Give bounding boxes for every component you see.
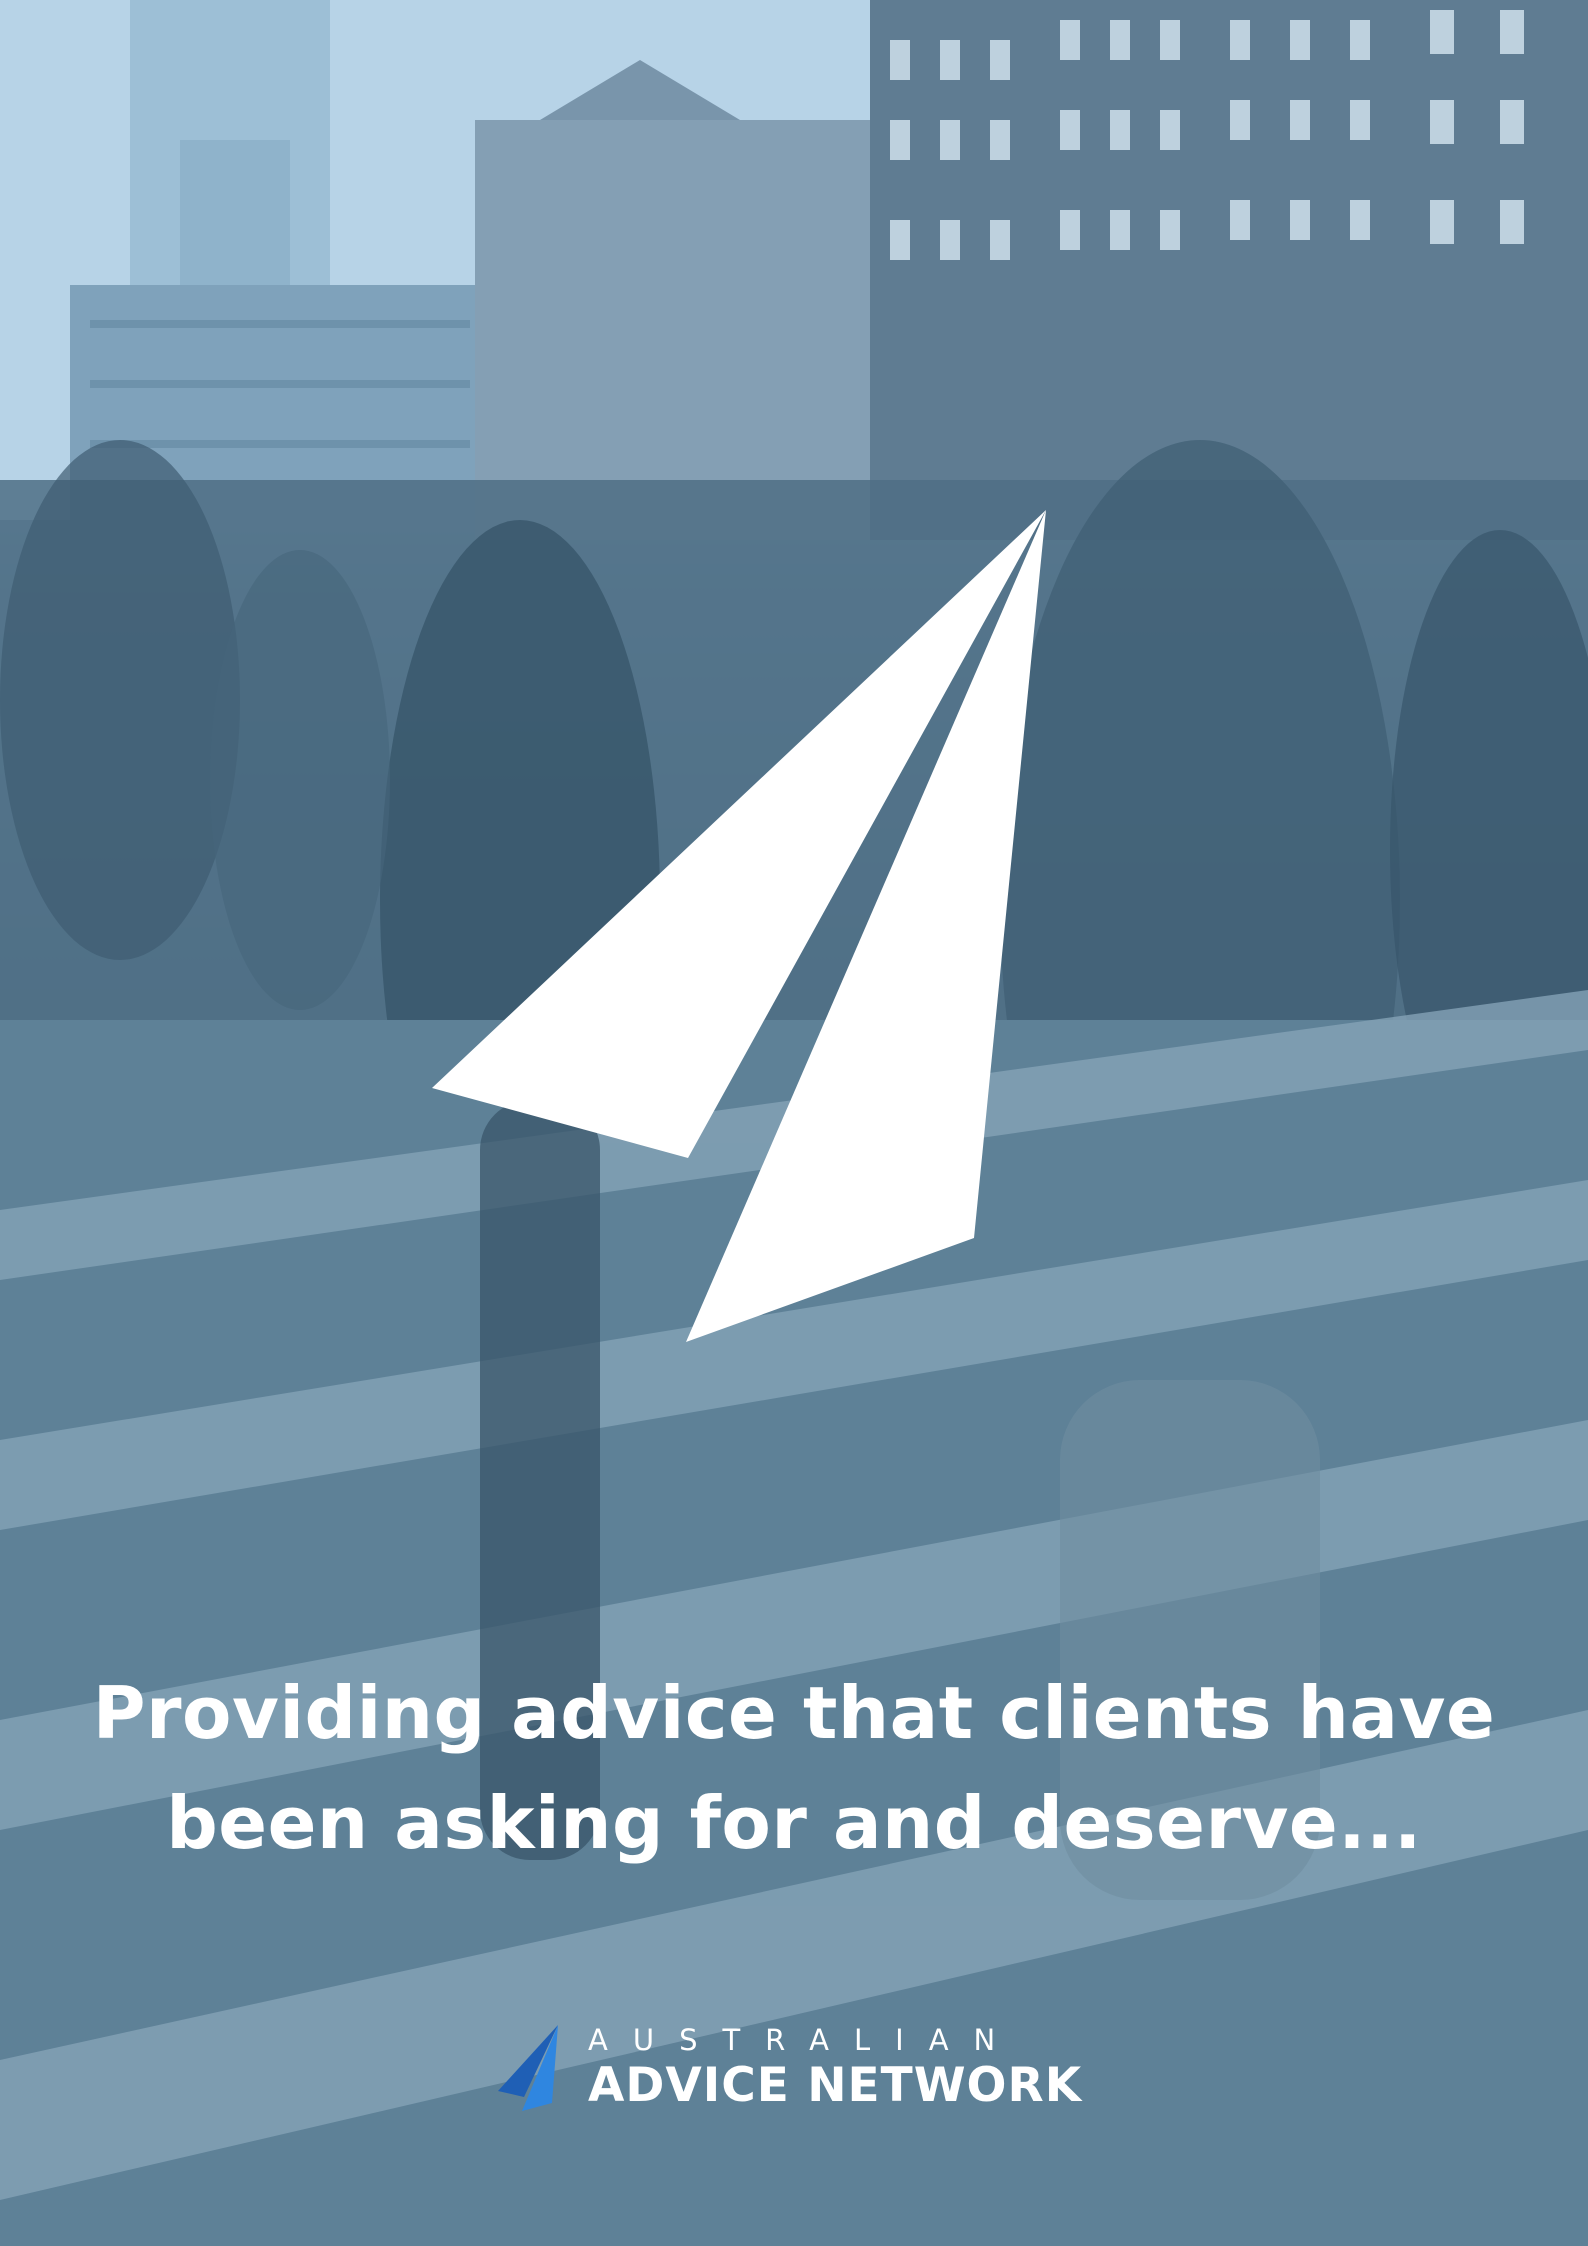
paper-plane-small-icon bbox=[498, 2025, 558, 2111]
headline-line-2: been asking for and deserve... bbox=[166, 1781, 1422, 1865]
headline: Providing advice that clients have been … bbox=[0, 1658, 1588, 1878]
brand-name-top: AUSTRALIAN bbox=[588, 2023, 1021, 2057]
headline-line-1: Providing advice that clients have bbox=[92, 1671, 1496, 1755]
cover-page: Providing advice that clients have been … bbox=[0, 0, 1588, 2246]
brand-name-bottom: ADVICE NETWORK bbox=[588, 2058, 1083, 2113]
brand-logo: AUSTRALIAN ADVICE NETWORK bbox=[498, 2022, 1118, 2132]
paper-plane-logo-icon bbox=[432, 510, 1046, 1342]
